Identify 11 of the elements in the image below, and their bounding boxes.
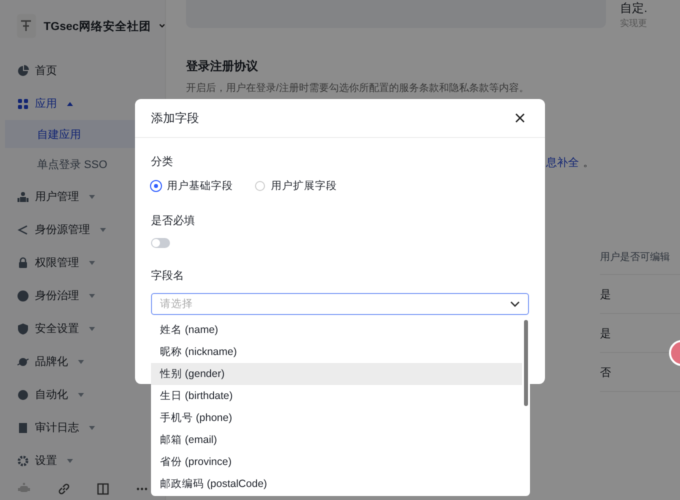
organization-name: TGsec网络安全社团 <box>44 19 151 34</box>
section-description: 开启后，用户在登录/注册时需要勾选你所配置的服务条款和隐私条款等内容。 <box>186 82 530 95</box>
field-label: 分类 <box>151 155 173 169</box>
field-label: 是否必填 <box>151 214 195 228</box>
punctuation: 。 <box>583 156 594 170</box>
table-cell: 是 <box>600 275 680 314</box>
card-text: 实现更 <box>620 17 648 30</box>
table-header: 用户是否可编辑 <box>600 240 680 275</box>
field-label: 字段名 <box>151 268 184 283</box>
section-title: 登录注册协议 <box>186 58 259 75</box>
card-title: 自定. <box>620 0 648 17</box>
